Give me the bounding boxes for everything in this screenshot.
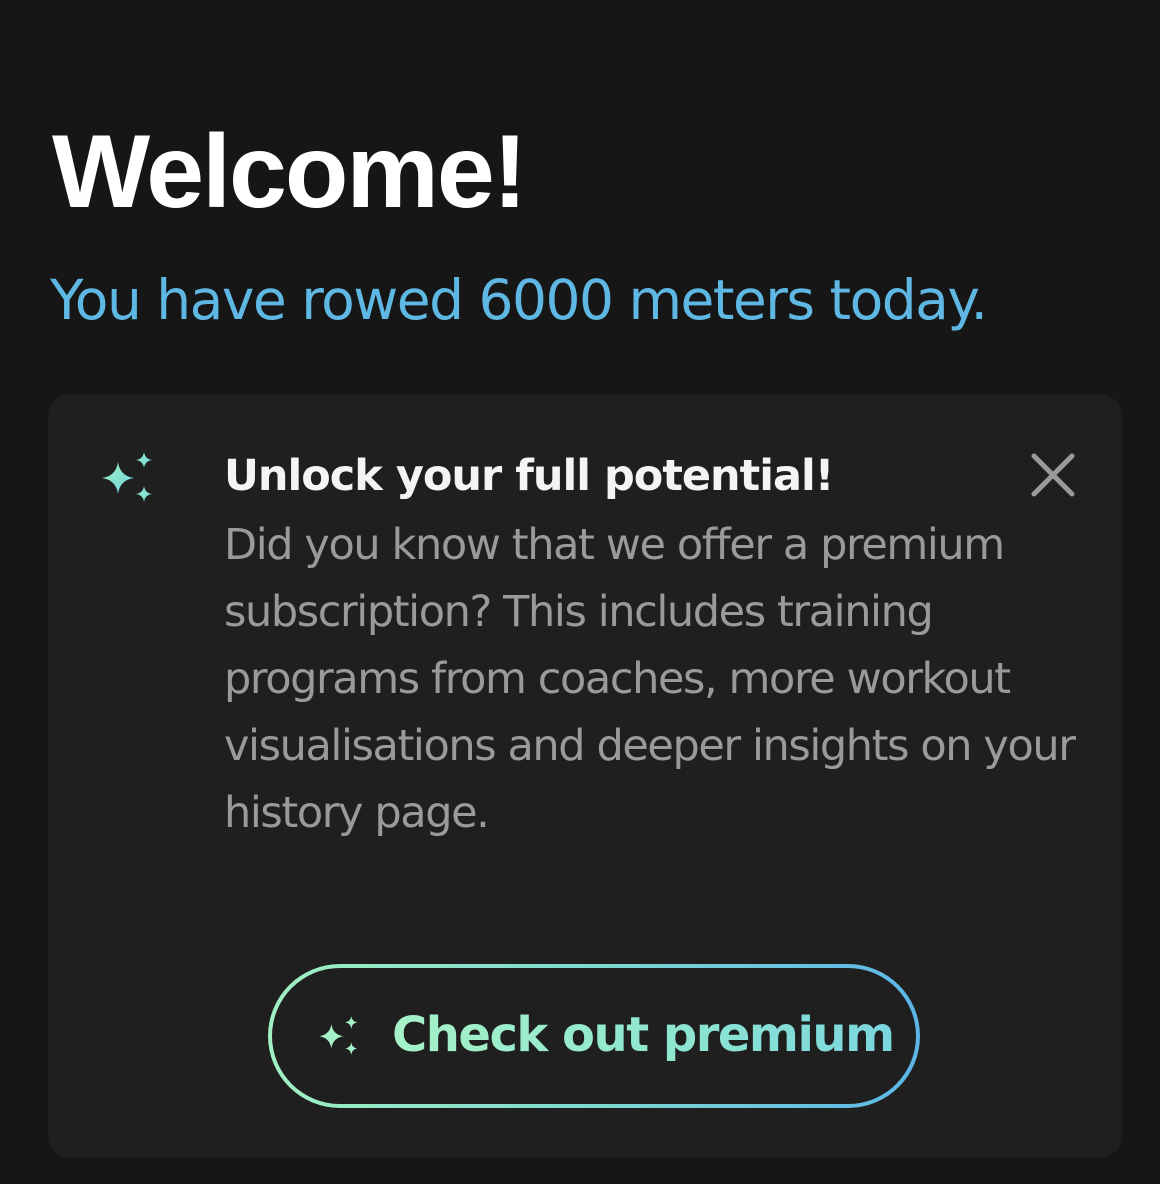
check-out-premium-button[interactable]: Check out premium [268, 964, 920, 1108]
premium-button-label: Check out premium [392, 1002, 895, 1068]
premium-button-inner: Check out premium [272, 968, 916, 1104]
promo-description: Did you know that we offer a premium sub… [224, 520, 1076, 838]
close-icon[interactable] [1026, 448, 1080, 502]
sparkles-icon [102, 452, 152, 502]
page-title: Welcome! [52, 114, 527, 230]
premium-promo-card: Unlock your full potential! Did you know… [48, 394, 1122, 1158]
sparkles-icon [319, 1016, 358, 1055]
daily-distance-summary: You have rowed 6000 meters today. [50, 268, 988, 332]
promo-heading: Unlock your full potential! [224, 451, 834, 501]
